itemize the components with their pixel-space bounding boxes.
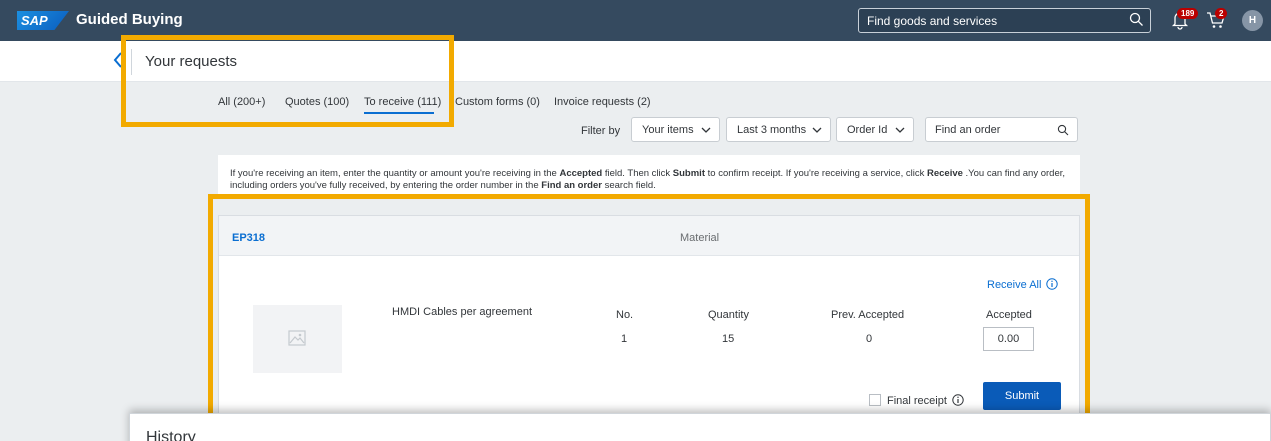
tab-invoice-requests[interactable]: Invoice requests (2) bbox=[554, 96, 651, 108]
highlight-frame-order bbox=[208, 194, 1090, 414]
info-text: If you're receiving an item, enter the q… bbox=[230, 168, 1070, 192]
chevron-down-icon bbox=[895, 125, 905, 137]
highlight-frame-tabs bbox=[121, 35, 454, 127]
period-filter-dropdown[interactable]: Last 3 months bbox=[726, 117, 831, 142]
global-search-input[interactable] bbox=[859, 9, 1119, 32]
notifications-badge: 189 bbox=[1177, 8, 1199, 19]
info-text-bold: Accepted bbox=[559, 168, 603, 179]
user-avatar[interactable]: H bbox=[1242, 10, 1263, 31]
info-text-part: to confirm receipt. If you're receiving … bbox=[705, 168, 927, 179]
tab-custom-forms[interactable]: Custom forms (0) bbox=[455, 96, 540, 108]
info-text-part: search field. bbox=[601, 180, 656, 191]
global-search bbox=[858, 8, 1151, 33]
search-icon[interactable] bbox=[1057, 123, 1069, 141]
order-id-filter-dropdown[interactable]: Order Id bbox=[836, 117, 914, 142]
info-text-bold: Submit bbox=[672, 168, 705, 179]
history-title: History bbox=[146, 429, 196, 441]
period-filter-value: Last 3 months bbox=[737, 124, 807, 136]
info-text-bold: Find an order bbox=[541, 180, 602, 191]
history-panel bbox=[129, 413, 1271, 441]
chevron-down-icon bbox=[701, 125, 711, 137]
items-filter-dropdown[interactable]: Your items bbox=[631, 117, 720, 142]
info-text-part: If you're receiving an item, enter the q… bbox=[230, 168, 560, 179]
info-text-bold: Receive bbox=[926, 168, 963, 179]
app-title: Guided Buying bbox=[76, 11, 183, 28]
filter-label: Filter by bbox=[581, 125, 621, 137]
chevron-down-icon bbox=[812, 125, 822, 137]
search-icon[interactable] bbox=[1129, 12, 1144, 32]
order-search-input[interactable] bbox=[926, 118, 1054, 141]
info-text-part: field. Then click bbox=[602, 168, 673, 179]
items-filter-value: Your items bbox=[642, 124, 694, 136]
order-id-filter-value: Order Id bbox=[847, 124, 888, 136]
order-search bbox=[925, 117, 1078, 142]
